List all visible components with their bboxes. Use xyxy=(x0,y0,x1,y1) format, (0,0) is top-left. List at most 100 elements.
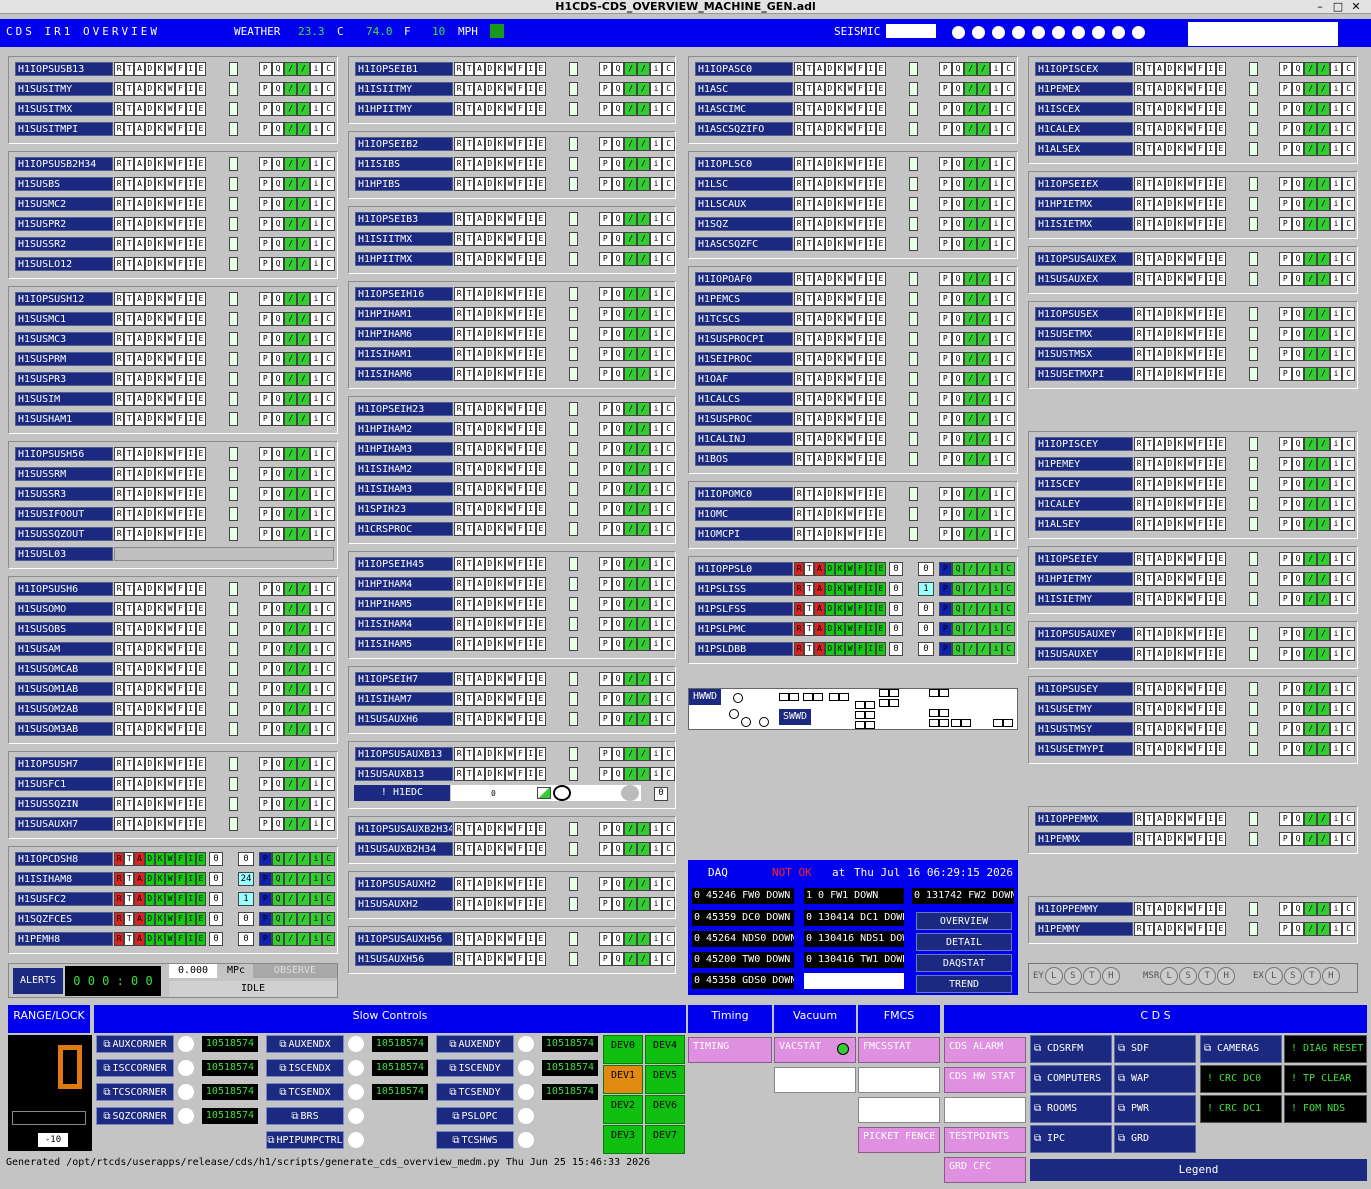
daq-daqstat-button[interactable]: DAQSTAT xyxy=(916,954,1012,972)
model-name-button[interactable]: H1HPIHAM4 xyxy=(355,577,453,591)
model-name-button[interactable]: H1PEMMX xyxy=(1035,832,1133,846)
model-name-button[interactable]: H1SUSAUXH2 xyxy=(355,897,453,911)
model-name-button[interactable]: H1SPIH23 xyxy=(355,502,453,516)
model-name-button[interactable]: H1SUSAUXEY xyxy=(1035,647,1133,661)
model-name-button[interactable]: H1SUSMC1 xyxy=(15,312,113,326)
cds-rooms-button[interactable]: ⧉ ROOMS xyxy=(1030,1095,1112,1123)
model-name-button[interactable]: H1CALEX xyxy=(1035,122,1133,136)
model-name-button[interactable]: H1BOS xyxy=(695,452,793,466)
model-name-button[interactable]: H1PSLISS xyxy=(695,582,793,596)
cds-pwr-button[interactable]: ⧉ PWR xyxy=(1114,1095,1196,1123)
model-name-button[interactable]: H1ISIHAM4 xyxy=(355,617,453,631)
cds-computers-button[interactable]: ⧉ COMPUTERS xyxy=(1030,1065,1112,1093)
cds-cameras-button[interactable]: ⧉ CAMERAS xyxy=(1200,1035,1282,1063)
slow-control-iscendx-button[interactable]: ⧉ ISCENDX xyxy=(266,1059,344,1077)
model-name-button[interactable]: H1IOPSEIH45 xyxy=(355,557,453,571)
model-name-button[interactable]: H1IOPPEMMX xyxy=(1035,812,1133,826)
model-name-button[interactable]: H1IOPSUSB2H34 xyxy=(15,157,113,171)
model-name-button[interactable]: H1PEMEX xyxy=(1035,82,1133,96)
model-name-button[interactable]: H1SUSAUXH7 xyxy=(15,817,113,831)
model-name-button[interactable]: H1PEMMY xyxy=(1035,922,1133,936)
model-name-button[interactable]: H1IOPSEIH7 xyxy=(355,672,453,686)
model-name-button[interactable]: H1SUSAUXB2H34 xyxy=(355,842,453,856)
model-name-button[interactable]: H1SUSOBS xyxy=(15,622,113,636)
observe-button[interactable]: OBSERVE xyxy=(253,964,337,978)
model-name-button[interactable]: H1IOPSUSAUXEY xyxy=(1035,627,1133,641)
cds-cdsrfm-button[interactable]: ⧉ CDSRFM xyxy=(1030,1035,1112,1063)
model-name-button[interactable]: H1IOPSEIB1 xyxy=(355,62,453,76)
model-name-button[interactable]: H1SUSOM3AB xyxy=(15,722,113,736)
cds-hw-stat-button[interactable]: CDS HW STAT xyxy=(944,1067,1026,1093)
model-name-button[interactable]: H1SUSETMY xyxy=(1035,702,1133,716)
model-name-button[interactable]: H1ISCEY xyxy=(1035,477,1133,491)
cds-grd-button[interactable]: ⧉ GRD xyxy=(1114,1125,1196,1153)
model-name-button[interactable]: H1SUSSR2 xyxy=(15,237,113,251)
cds-action-button[interactable]: ! DIAG RESET xyxy=(1284,1035,1367,1063)
picket-fence-button[interactable]: PICKET FENCE xyxy=(858,1127,940,1153)
model-name-button[interactable]: H1SUSTMSX xyxy=(1035,347,1133,361)
model-name-button[interactable]: H1ASCSQZFC xyxy=(695,237,793,251)
model-name-button[interactable]: H1ASCSQZIFO xyxy=(695,122,793,136)
slow-control-iscendy-button[interactable]: ⧉ ISCENDY xyxy=(436,1059,514,1077)
model-name-button[interactable]: H1SUSETMYPI xyxy=(1035,742,1133,756)
dev-dev5-button[interactable]: DEV5 xyxy=(645,1065,685,1094)
model-name-button[interactable]: H1HPIHAM2 xyxy=(355,422,453,436)
alerts-button[interactable]: ALERTS xyxy=(13,968,63,994)
swwd-label[interactable]: SWWD xyxy=(779,709,812,725)
model-name-button[interactable]: H1OMC xyxy=(695,507,793,521)
cds-alarm-button[interactable]: CDS ALARM xyxy=(944,1037,1026,1063)
h1edc-button[interactable]: ! H1EDC xyxy=(354,785,450,801)
model-name-button[interactable]: H1OAF xyxy=(695,372,793,386)
fmcsstat-button[interactable]: FMCSSTAT xyxy=(858,1037,940,1063)
dev-dev6-button[interactable]: DEV6 xyxy=(645,1095,685,1124)
model-name-button[interactable]: H1SUSPRM xyxy=(15,352,113,366)
cds-action-button[interactable]: ! CRC DC0 xyxy=(1200,1065,1282,1093)
model-name-button[interactable]: H1SUSOMCAB xyxy=(15,662,113,676)
maximize-icon[interactable]: □ xyxy=(1329,0,1347,13)
slow-control-isccorner-button[interactable]: ⧉ ISCCORNER xyxy=(96,1059,174,1077)
model-name-button[interactable]: H1SQZFCES xyxy=(15,912,113,926)
slow-control-brs-button[interactable]: ⧉ BRS xyxy=(266,1107,344,1125)
close-icon[interactable]: ✕ xyxy=(1347,0,1365,13)
cds-action-button[interactable]: ! TP CLEAR xyxy=(1284,1065,1367,1093)
model-name-button[interactable]: H1SUSPR2 xyxy=(15,217,113,231)
model-name-button[interactable]: H1HPIITMY xyxy=(355,102,453,116)
model-name-button[interactable]: H1LSC xyxy=(695,177,793,191)
slow-control-tcsendx-button[interactable]: ⧉ TCSENDX xyxy=(266,1083,344,1101)
dev-dev2-button[interactable]: DEV2 xyxy=(603,1095,643,1124)
model-name-button[interactable]: H1ASC xyxy=(695,82,793,96)
model-name-button[interactable]: H1IOPASC0 xyxy=(695,62,793,76)
model-name-button[interactable]: H1SUSITMY xyxy=(15,82,113,96)
model-name-button[interactable]: H1SUSMC2 xyxy=(15,197,113,211)
model-name-button[interactable]: H1OMCPI xyxy=(695,527,793,541)
model-name-button[interactable]: H1SUSMC3 xyxy=(15,332,113,346)
model-name-button[interactable]: H1IOPOMC0 xyxy=(695,487,793,501)
model-name-button[interactable]: H1HPIHAM1 xyxy=(355,307,453,321)
dev-dev3-button[interactable]: DEV3 xyxy=(603,1125,643,1154)
model-name-button[interactable]: H1SUSSRM xyxy=(15,467,113,481)
daq-detail-button[interactable]: DETAIL xyxy=(916,933,1012,951)
model-name-button[interactable]: H1SEIPROC xyxy=(695,352,793,366)
model-name-button[interactable]: H1IOPSEIEY xyxy=(1035,552,1133,566)
slow-control-tcscorner-button[interactable]: ⧉ TCSCORNER xyxy=(96,1083,174,1101)
slow-control-auxcorner-button[interactable]: ⧉ AUXCORNER xyxy=(96,1035,174,1053)
model-name-button[interactable]: H1IOPSUSH12 xyxy=(15,292,113,306)
slow-control-auxendy-button[interactable]: ⧉ AUXENDY xyxy=(436,1035,514,1053)
model-name-button[interactable]: H1IOPOAF0 xyxy=(695,272,793,286)
model-name-button[interactable]: H1SUSOM1AB xyxy=(15,682,113,696)
model-name-button[interactable]: H1IOPISCEY xyxy=(1035,437,1133,451)
model-name-button[interactable]: H1IOPSUSH6 xyxy=(15,582,113,596)
daq-overview-button[interactable]: OVERVIEW xyxy=(916,912,1012,930)
model-name-button[interactable]: H1SUSFC1 xyxy=(15,777,113,791)
model-name-button[interactable]: H1PEMCS xyxy=(695,292,793,306)
model-name-button[interactable]: H1ISIHAM1 xyxy=(355,347,453,361)
minimize-icon[interactable]: – xyxy=(1311,0,1329,13)
model-name-button[interactable]: H1SUSHAM1 xyxy=(15,412,113,426)
model-name-button[interactable]: H1IOPSUSAUXB13 xyxy=(355,747,453,761)
model-name-button[interactable]: H1HPIHAM5 xyxy=(355,597,453,611)
model-name-button[interactable]: H1ISCEX xyxy=(1035,102,1133,116)
model-name-button[interactable]: H1IOPISCEX xyxy=(1035,62,1133,76)
model-name-button[interactable]: H1PEMH8 xyxy=(15,932,113,946)
model-name-button[interactable]: H1PEMEY xyxy=(1035,457,1133,471)
model-name-button[interactable]: H1SUSOMO xyxy=(15,602,113,616)
